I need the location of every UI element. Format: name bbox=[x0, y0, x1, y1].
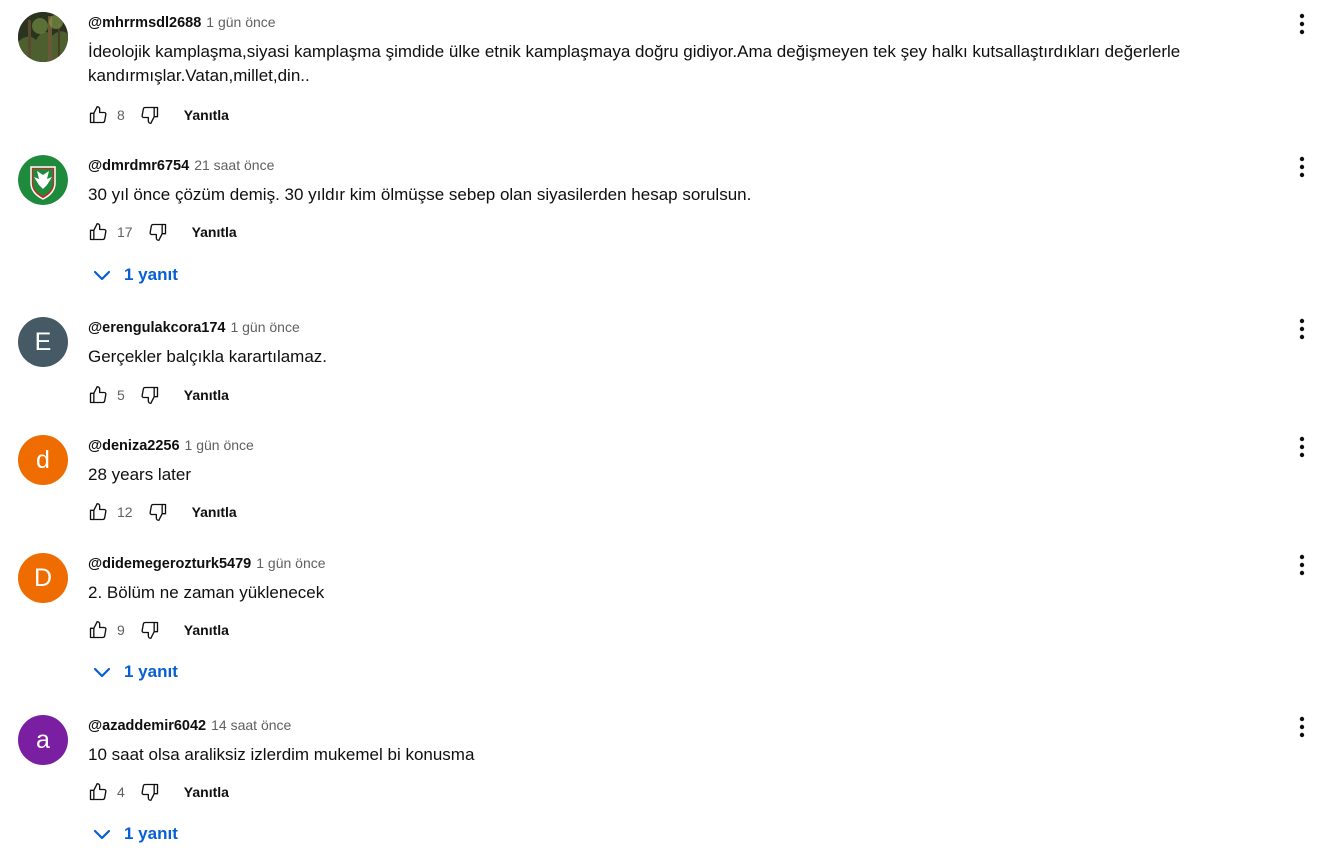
like-count: 4 bbox=[117, 784, 125, 800]
avatar[interactable]: d bbox=[18, 435, 68, 485]
comment-text: Gerçekler balçıkla karartılamaz. bbox=[88, 347, 328, 366]
vertical-ellipsis-icon bbox=[1299, 716, 1305, 738]
comment-author[interactable]: @didemegerozturk5479 bbox=[88, 556, 251, 572]
avatar[interactable] bbox=[18, 12, 68, 62]
comment-time[interactable]: 14 saat önce bbox=[211, 717, 291, 733]
vertical-ellipsis-icon bbox=[1299, 554, 1305, 576]
avatar[interactable]: E bbox=[18, 317, 68, 367]
chevron-down-icon bbox=[93, 270, 111, 281]
reply-button[interactable]: Yanıtla bbox=[184, 387, 229, 403]
reply-button[interactable]: Yanıtla bbox=[184, 622, 229, 638]
thumbs-down-icon bbox=[149, 503, 166, 521]
like-count: 17 bbox=[117, 224, 133, 240]
dislike-button[interactable] bbox=[138, 383, 162, 407]
chevron-down-icon bbox=[93, 829, 111, 840]
comment-header: @erengulakcora174 1 gün önce bbox=[88, 319, 300, 336]
forest-photo-icon bbox=[18, 12, 68, 62]
comment-menu-button[interactable] bbox=[1290, 155, 1314, 179]
avatar[interactable] bbox=[18, 155, 68, 205]
vertical-ellipsis-icon bbox=[1299, 436, 1305, 458]
like-button[interactable] bbox=[86, 103, 110, 127]
comment-author[interactable]: @deniza2256 bbox=[88, 438, 180, 454]
replies-count-label: 1 yanıt bbox=[124, 824, 178, 843]
avatar[interactable]: D bbox=[18, 553, 68, 603]
dislike-button[interactable] bbox=[138, 103, 162, 127]
comment-actions: 5 Yanıtla bbox=[86, 383, 229, 407]
vertical-ellipsis-icon bbox=[1299, 156, 1305, 178]
comment-menu-button[interactable] bbox=[1290, 715, 1314, 739]
comment-author[interactable]: @mhrrmsdl2688 bbox=[88, 15, 201, 31]
dislike-button[interactable] bbox=[138, 618, 162, 642]
comment-header: @deniza2256 1 gün önce bbox=[88, 437, 254, 454]
comment-menu-button[interactable] bbox=[1290, 553, 1314, 577]
view-replies-button[interactable]: 1 yanıt bbox=[90, 660, 178, 684]
comment-time[interactable]: 1 gün önce bbox=[230, 319, 299, 335]
thumbs-down-icon bbox=[141, 783, 158, 801]
avatar-letter: D bbox=[33, 563, 53, 592]
comment-menu-button[interactable] bbox=[1290, 435, 1314, 459]
comment-time[interactable]: 21 saat önce bbox=[194, 157, 274, 173]
thumbs-down-icon bbox=[149, 223, 166, 241]
reply-button[interactable]: Yanıtla bbox=[184, 107, 229, 123]
avatar-letter: E bbox=[34, 327, 52, 356]
comment-header: @mhrrmsdl2688 1 gün önce bbox=[88, 14, 276, 31]
comment-text: İdeolojik kamplaşma,siyasi kamplaşma şim… bbox=[88, 42, 1181, 85]
like-count: 8 bbox=[117, 107, 125, 123]
comment-actions: 17 Yanıtla bbox=[86, 220, 237, 244]
replies-count-label: 1 yanıt bbox=[124, 662, 178, 681]
comment-text: 10 saat olsa araliksiz izlerdim mukemel … bbox=[88, 745, 475, 764]
thumbs-up-icon bbox=[89, 223, 107, 241]
like-count: 9 bbox=[117, 622, 125, 638]
like-button[interactable] bbox=[86, 383, 110, 407]
thumbs-up-icon bbox=[89, 106, 107, 124]
comment-text: 2. Bölüm ne zaman yüklenecek bbox=[88, 583, 325, 602]
view-replies-button[interactable]: 1 yanıt bbox=[90, 263, 178, 287]
comment-menu-button[interactable] bbox=[1290, 12, 1314, 36]
thumbs-up-icon bbox=[89, 783, 107, 801]
like-count: 5 bbox=[117, 387, 125, 403]
like-count: 12 bbox=[117, 504, 133, 520]
comment-time[interactable]: 1 gün önce bbox=[206, 14, 275, 30]
chevron-down-icon bbox=[93, 667, 111, 678]
comment-actions: 9 Yanıtla bbox=[86, 618, 229, 642]
reply-button[interactable]: Yanıtla bbox=[184, 784, 229, 800]
avatar-letter: a bbox=[36, 725, 50, 754]
club-logo-icon bbox=[18, 155, 68, 205]
vertical-ellipsis-icon bbox=[1299, 13, 1305, 35]
comment-menu-button[interactable] bbox=[1290, 317, 1314, 341]
comment-time[interactable]: 1 gün önce bbox=[256, 555, 325, 571]
reply-button[interactable]: Yanıtla bbox=[192, 504, 237, 520]
view-replies-button[interactable]: 1 yanıt bbox=[90, 822, 178, 846]
like-button[interactable] bbox=[86, 618, 110, 642]
comment-author[interactable]: @azaddemir6042 bbox=[88, 718, 206, 734]
comment-text: 30 yıl önce çözüm demiş. 30 yıldır kim ö… bbox=[88, 185, 752, 204]
comment-header: @didemegerozturk5479 1 gün önce bbox=[88, 555, 326, 572]
dislike-button[interactable] bbox=[138, 780, 162, 804]
comment-text: 28 years later bbox=[88, 465, 191, 484]
avatar[interactable]: a bbox=[18, 715, 68, 765]
dislike-button[interactable] bbox=[146, 500, 170, 524]
like-button[interactable] bbox=[86, 500, 110, 524]
vertical-ellipsis-icon bbox=[1299, 318, 1305, 340]
thumbs-up-icon bbox=[89, 386, 107, 404]
thumbs-up-icon bbox=[89, 503, 107, 521]
thumbs-down-icon bbox=[141, 386, 158, 404]
comment-header: @azaddemir6042 14 saat önce bbox=[88, 717, 291, 734]
comment-author[interactable]: @erengulakcora174 bbox=[88, 320, 225, 336]
comment-actions: 12 Yanıtla bbox=[86, 500, 237, 524]
comment-actions: 8 Yanıtla bbox=[86, 103, 229, 127]
comment-actions: 4 Yanıtla bbox=[86, 780, 229, 804]
avatar-letter: d bbox=[36, 445, 50, 474]
like-button[interactable] bbox=[86, 780, 110, 804]
thumbs-down-icon bbox=[141, 106, 158, 125]
thumbs-up-icon bbox=[89, 621, 107, 639]
dislike-button[interactable] bbox=[146, 220, 170, 244]
like-button[interactable] bbox=[86, 220, 110, 244]
thumbs-down-icon bbox=[141, 621, 158, 639]
comment-header: @dmrdmr6754 21 saat önce bbox=[88, 157, 274, 174]
comment-author[interactable]: @dmrdmr6754 bbox=[88, 158, 189, 174]
replies-count-label: 1 yanıt bbox=[124, 265, 178, 284]
reply-button[interactable]: Yanıtla bbox=[192, 224, 237, 240]
comment-time[interactable]: 1 gün önce bbox=[185, 437, 254, 453]
